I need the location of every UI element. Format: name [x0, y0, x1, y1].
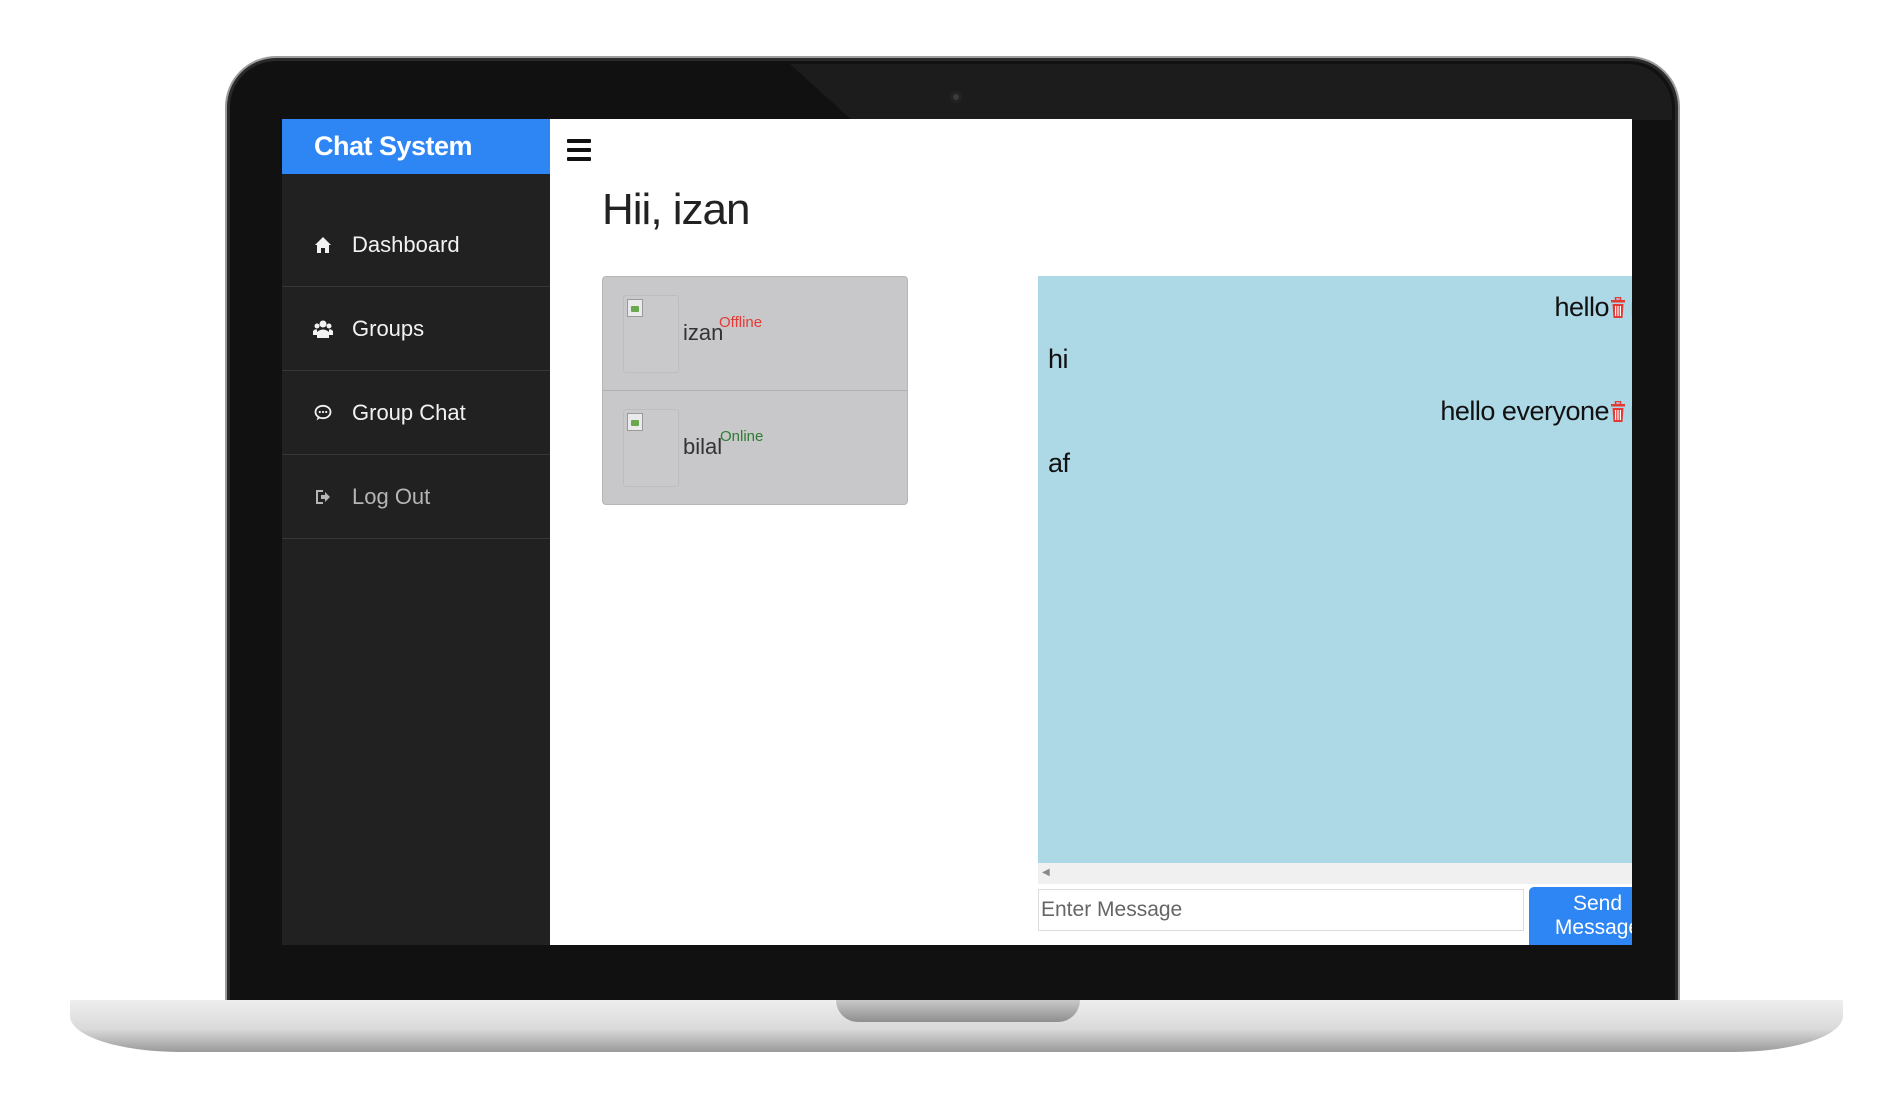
horizontal-scrollbar[interactable]: ◀ ▶: [1038, 863, 1632, 884]
app-screen: Chat System Dashboard Groups Group Chat …: [282, 119, 1632, 945]
avatar: [623, 295, 679, 373]
status-badge: Online: [720, 428, 764, 445]
message-received: af: [1048, 448, 1070, 478]
sidebar-item-dashboard[interactable]: Dashboard: [282, 203, 550, 287]
sidebar-item-label: Log Out: [352, 483, 431, 509]
message-text: hello everyone: [1440, 396, 1609, 426]
sidebar-menu: Dashboard Groups Group Chat Log Out: [282, 203, 550, 539]
logout-icon: [312, 486, 334, 508]
user-name: bilal: [683, 434, 723, 459]
chat-bubble-icon: [312, 402, 334, 424]
broken-image-icon: [627, 413, 643, 431]
user-item-izan[interactable]: izan Offline: [603, 277, 907, 391]
webcam: [950, 91, 962, 103]
edit-icon[interactable]: [1631, 401, 1632, 423]
user-item-bilal[interactable]: bilal Online: [603, 391, 907, 505]
laptop-mockup: Chat System Dashboard Groups Group Chat …: [0, 0, 1895, 1107]
status-badge: Offline: [719, 314, 763, 331]
sidebar: Chat System Dashboard Groups Group Chat …: [282, 119, 550, 945]
main-content: Hii, izan izan Offline bilal Online hell…: [550, 119, 1632, 945]
users-icon: [312, 318, 334, 340]
brand-title[interactable]: Chat System: [282, 119, 550, 174]
send-message-button[interactable]: Send Message: [1529, 887, 1632, 945]
sidebar-item-label: Group Chat: [352, 399, 466, 425]
message-list[interactable]: hello hi hello everyone af: [1038, 276, 1632, 863]
message-text: hello: [1554, 292, 1609, 322]
sidebar-item-label: Dashboard: [352, 231, 460, 257]
hamburger-icon[interactable]: [567, 139, 591, 163]
avatar: [623, 409, 679, 487]
broken-image-icon: [627, 299, 643, 317]
user-list: izan Offline bilal Online: [602, 276, 908, 505]
laptop-base-notch: [836, 1000, 1080, 1022]
sidebar-item-log-out[interactable]: Log Out: [282, 455, 550, 539]
trash-icon[interactable]: [1611, 400, 1625, 423]
chat-box: hello hi hello everyone af ◀: [1038, 276, 1632, 884]
scroll-left-icon[interactable]: ◀: [1042, 867, 1050, 878]
message-sent: hello: [1554, 292, 1632, 323]
sidebar-item-groups[interactable]: Groups: [282, 287, 550, 371]
sidebar-item-group-chat[interactable]: Group Chat: [282, 371, 550, 455]
message-sent: hello everyone: [1440, 396, 1632, 427]
trash-icon[interactable]: [1611, 296, 1625, 319]
edit-icon[interactable]: [1631, 297, 1632, 319]
sidebar-item-label: Groups: [352, 315, 425, 341]
message-received: hi: [1048, 344, 1069, 374]
page-title: Hii, izan: [602, 185, 750, 234]
message-input[interactable]: [1038, 889, 1524, 931]
lid-reflection: [790, 64, 1672, 120]
home-icon: [312, 234, 334, 256]
user-name: izan: [683, 320, 724, 345]
